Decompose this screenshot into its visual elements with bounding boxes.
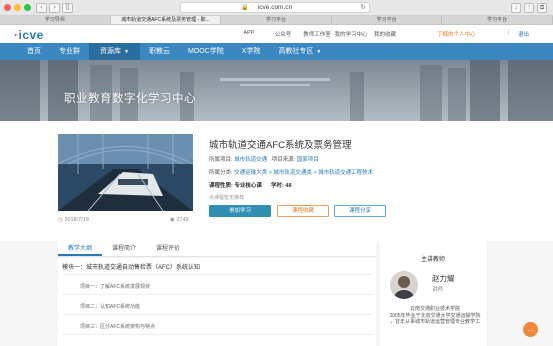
nav-home[interactable]: 首页 xyxy=(18,43,50,60)
sidebar-icon[interactable]: ▯ xyxy=(62,3,73,13)
source-label: 项目来源: xyxy=(271,157,297,163)
tabs-overview-icon[interactable]: ⧉ xyxy=(537,3,547,13)
nav-higher-ed-label: 高教社专区 xyxy=(278,48,314,55)
category-row: 所属分类: 交通运输大类 > 城市轨道交通类 > 城市轨道交通工程技术 xyxy=(209,168,373,176)
nav-mooc[interactable]: MOOC学院 xyxy=(179,43,233,60)
teacher-bio: 云南交通职业技术学院 2005年毕业于北京交通大学交通运输学院 ，曾年从事城市轨… xyxy=(388,306,482,326)
project-value[interactable]: 城市轨道交通 xyxy=(234,157,267,163)
top-link-favorites[interactable]: 我的收藏 xyxy=(368,30,402,38)
avatar[interactable] xyxy=(390,271,418,299)
browser-tabs: 学习导师 城市轨道交通AFC系统及票务管理 - 职... 学习平台 学习平台 学… xyxy=(0,16,553,25)
train-image xyxy=(58,134,193,211)
nav-resources-label: 资源库 xyxy=(100,48,121,55)
chevron-down-icon: ▼ xyxy=(316,49,322,55)
maximize-window-icon[interactable] xyxy=(24,4,31,11)
content-area: 教学大纲 课程简介 课程评价 模块一：城市轨道交通自动售检票（AFC）系统认知 … xyxy=(0,241,553,346)
browser-tab[interactable]: 学习平台 xyxy=(332,16,443,24)
source-value: 国家项目 xyxy=(296,157,319,163)
top-link-studio[interactable]: 教师工作室 xyxy=(300,30,334,38)
view-count-text: 2749 xyxy=(176,217,189,223)
publish-date: ◷ 2018/7/19 xyxy=(58,217,89,223)
share-icon[interactable]: ↑ xyxy=(524,3,534,13)
address-bar[interactable]: 🔒 icve.com.cn ↻ xyxy=(180,2,370,13)
lesson-item[interactable]: 项目三：区分AFC系统架构与特点 xyxy=(80,323,155,330)
teacher-name[interactable]: 赵力耀 xyxy=(432,273,455,284)
category-label: 所属分类: xyxy=(209,170,235,176)
project-label: 所属项目: xyxy=(209,157,235,163)
join-course-button[interactable]: 参加学习 xyxy=(209,205,271,217)
teacher-role: 讲师 xyxy=(432,287,444,293)
logout-link[interactable]: 退出 xyxy=(518,30,529,38)
top-link-app[interactable]: APP xyxy=(232,30,266,38)
nav-majors[interactable]: 专业群 xyxy=(50,43,89,60)
course-attribute: 课程性质: 专业核心课 xyxy=(209,183,262,189)
person-icon xyxy=(390,271,418,299)
teacher-bio-line: ，曾年从事城市轨道运营管理专业教学工 xyxy=(389,319,480,325)
browser-toolbar: ‹ › ▯ 🔒 icve.com.cn ↻ ↓ ↑ ⧉ xyxy=(0,0,553,16)
user-center-link[interactable]: 丁楠的个人中心 xyxy=(437,30,476,38)
category-value[interactable]: 交通运输大类 > 城市轨道交通类 > 城市轨道交通工程技术 xyxy=(234,170,373,176)
course-panel: ◷ 2018/7/19 ◉ 2749 城市轨道交通AFC系统及票务管理 所属项目… xyxy=(0,121,553,241)
site-header: ·icve APP 公众号 教师工作室 我的学习中心 我的收藏 丁楠的个人中心 … xyxy=(0,25,553,43)
back-icon[interactable]: ‹ xyxy=(36,3,47,13)
view-count: ◉ 2749 xyxy=(170,217,189,223)
site-logo[interactable]: ·icve xyxy=(14,28,44,42)
tab-syllabus[interactable]: 教学大纲 xyxy=(58,241,102,256)
forward-icon[interactable]: › xyxy=(49,3,60,13)
course-thumbnail[interactable] xyxy=(58,134,193,211)
attributes-row: 课程性质: 专业核心课 学时: 48 xyxy=(209,181,292,189)
nav-resources[interactable]: 资源库 ▼ xyxy=(89,43,140,60)
project-row: 所属项目: 城市轨道交通 项目来源: 国家项目 xyxy=(209,155,319,163)
close-window-icon[interactable] xyxy=(4,4,11,11)
logo-text: icve xyxy=(18,28,44,42)
download-icon[interactable]: ↓ xyxy=(511,3,521,13)
banner-title: 职业教育数字化学习中心 xyxy=(64,93,196,105)
lesson-item[interactable]: 项目二：认知AFC系统功能 xyxy=(80,303,140,310)
recommend-note: 点课程暂无推荐 xyxy=(209,195,245,201)
lock-icon: 🔒 xyxy=(241,5,249,11)
top-link-learning-center[interactable]: 我的学习中心 xyxy=(334,30,368,38)
divider xyxy=(62,294,372,295)
divider xyxy=(62,274,372,275)
browser-tab[interactable]: 学习导师 xyxy=(0,16,111,24)
teacher-card: 主讲教师 赵力耀 讲师 云南交通职业技术学院 2005年毕业于北京交通大学交通运… xyxy=(380,241,486,346)
divider xyxy=(62,314,372,315)
browser-tab-active[interactable]: 城市轨道交通AFC系统及票务管理 - 职... xyxy=(110,16,222,24)
favorite-course-button[interactable]: 课程收藏 xyxy=(277,205,329,217)
window-controls[interactable] xyxy=(4,4,31,11)
main-nav: 首页 专业群 资源库 ▼ 职教云 MOOC学院 X学院 高教社专区 ▼ xyxy=(0,43,553,60)
chat-support-icon[interactable]: … xyxy=(523,322,538,337)
reload-icon[interactable]: ↻ xyxy=(360,3,366,13)
tab-reviews[interactable]: 课程评价 xyxy=(146,241,190,256)
lesson-item[interactable]: 项目一：了解AFC系统发展现状 xyxy=(80,283,150,290)
browser-tab[interactable]: 学习平台 xyxy=(221,16,332,24)
divider xyxy=(62,334,372,335)
minimize-window-icon[interactable] xyxy=(14,4,21,11)
content-tabs: 教学大纲 课程简介 课程评价 xyxy=(58,241,376,257)
share-course-button[interactable]: 课程分享 xyxy=(334,205,386,217)
module-title[interactable]: 模块一：城市轨道交通自动售检票（AFC）系统认知 xyxy=(62,262,200,271)
chevron-down-icon: ▼ xyxy=(124,49,129,55)
course-hours: 学时: 48 xyxy=(271,183,292,189)
nav-x[interactable]: X学院 xyxy=(233,43,270,60)
address-text: icve.com.cn xyxy=(257,4,293,11)
tab-intro[interactable]: 课程简介 xyxy=(102,241,146,256)
page-banner: 职业教育数字化学习中心 xyxy=(0,60,553,121)
syllabus-list: 模块一：城市轨道交通自动售检票（AFC）系统认知 项目一：了解AFC系统发展现状… xyxy=(58,258,376,346)
browser-tab[interactable]: 学习平台 xyxy=(442,16,553,24)
teacher-heading: 主讲教师 xyxy=(420,257,445,263)
nav-higher-ed[interactable]: 高教社专区 ▼ xyxy=(269,43,330,60)
publish-date-text: 2018/7/19 xyxy=(64,217,89,223)
header-separator: | xyxy=(508,30,510,36)
top-link-wechat[interactable]: 公众号 xyxy=(266,30,300,38)
nav-cloud[interactable]: 职教云 xyxy=(140,43,179,60)
course-title: 城市轨道交通AFC系统及票务管理 xyxy=(209,140,352,151)
